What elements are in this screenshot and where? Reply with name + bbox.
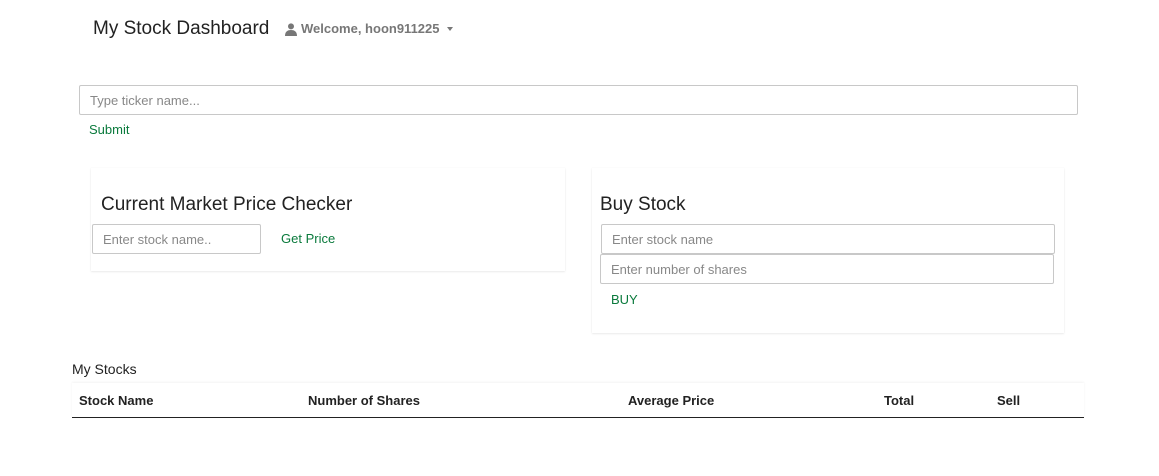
buy-stock-name-input[interactable]: [601, 224, 1055, 254]
my-stocks-title: My Stocks: [72, 361, 137, 377]
column-header-number-of-shares: Number of Shares: [301, 383, 621, 418]
price-checker-panel: Current Market Price Checker Get Price: [91, 168, 565, 271]
brand-title[interactable]: My Stock Dashboard: [93, 17, 269, 41]
table-header-row: Stock Name Number of Shares Average Pric…: [72, 383, 1084, 418]
buy-button[interactable]: BUY: [611, 292, 638, 308]
buy-stock-panel: Buy Stock BUY: [592, 168, 1064, 333]
buy-stock-title: Buy Stock: [600, 194, 686, 215]
user-menu[interactable]: Welcome, hoon911225: [285, 20, 453, 38]
column-header-total: Total: [877, 383, 990, 418]
price-checker-stock-input[interactable]: [92, 224, 261, 254]
price-checker-title: Current Market Price Checker: [101, 194, 353, 215]
column-header-average-price: Average Price: [621, 383, 877, 418]
user-greeting: Welcome, hoon911225: [301, 21, 440, 36]
buy-shares-input[interactable]: [600, 254, 1054, 284]
user-icon: [285, 22, 297, 36]
caret-down-icon: [446, 27, 453, 31]
submit-button[interactable]: Submit: [89, 122, 129, 138]
column-header-stock-name: Stock Name: [72, 383, 301, 418]
get-price-button[interactable]: Get Price: [281, 231, 335, 247]
ticker-search-input[interactable]: [79, 85, 1078, 115]
column-header-sell: Sell: [990, 383, 1084, 418]
my-stocks-table: Stock Name Number of Shares Average Pric…: [72, 383, 1084, 418]
page: My Stock Dashboard Welcome, hoon911225 S…: [0, 0, 1159, 476]
